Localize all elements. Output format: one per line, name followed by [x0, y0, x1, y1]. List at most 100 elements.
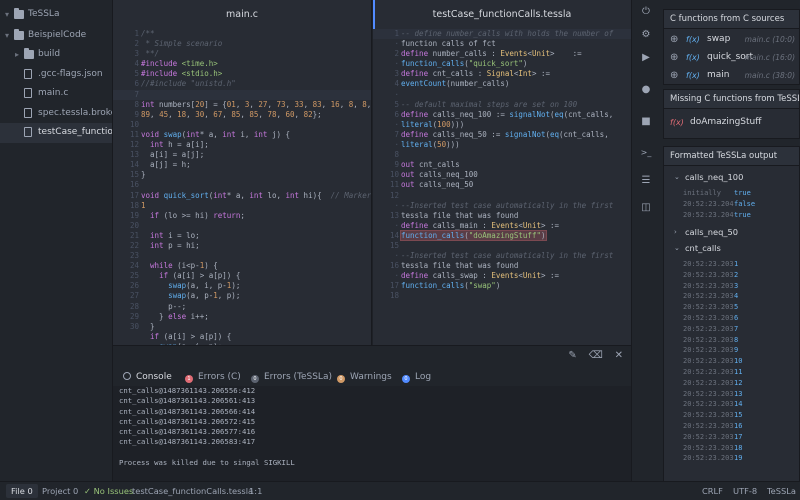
- grammar[interactable]: TeSSLa: [767, 482, 796, 500]
- c-function-item[interactable]: ⊕ f(x) swap main.c (10:0): [664, 32, 799, 47]
- power-icon[interactable]: ⏻: [639, 5, 653, 19]
- output-row: 20:52:23.203 19: [664, 453, 799, 464]
- output-timestamp: 20:52:23.203: [683, 389, 734, 398]
- output-row: 20:52:23.203 11: [664, 367, 799, 378]
- plus-icon[interactable]: ⊕: [670, 32, 678, 47]
- output-row: 20:52:23.203 10: [664, 356, 799, 367]
- output-value: 2: [734, 270, 739, 279]
- line-ending[interactable]: CRLF: [702, 482, 723, 500]
- tree-project-label: BeispielCode: [28, 29, 87, 40]
- code-text[interactable]: /** * Simple scenario **/ #include <time…: [141, 29, 371, 345]
- project-tab[interactable]: Project 0: [42, 482, 78, 500]
- file-tab[interactable]: File 0: [6, 482, 38, 500]
- tab-console[interactable]: Console: [123, 367, 172, 387]
- line-numbers: 1 2 3 4 5 6 7 8 9 10 11 12 13 14 15 16 1…: [129, 29, 139, 331]
- output-timestamp: 20:52:23.203: [683, 411, 734, 420]
- tree-item-main-c[interactable]: main.c: [0, 84, 112, 104]
- output-group[interactable]: ⌄ cnt_calls: [664, 241, 799, 256]
- editor-testcase[interactable]: testCase_functionCalls.tessla 1 · 2 · 3 …: [373, 0, 631, 345]
- cursor-position[interactable]: 1:1: [249, 482, 262, 500]
- plus-icon[interactable]: ⊕: [670, 50, 678, 65]
- tree-item-testcase[interactable]: testCase_functionCalls.tessla: [0, 123, 112, 143]
- c-function-item[interactable]: ⊕ f(x) main main.c (38:0): [664, 68, 799, 83]
- close-icon[interactable]: ✕: [615, 350, 623, 361]
- stop-icon[interactable]: ■: [639, 115, 653, 129]
- console-icon: [123, 372, 131, 380]
- tree-root-label: TeSSLa: [28, 9, 60, 19]
- missing-function-item[interactable]: f(x) doAmazingStuff: [664, 115, 799, 130]
- error-count-badge: 0: [251, 375, 259, 383]
- check-icon: ✓: [84, 486, 91, 496]
- console-tabs: Console 1 Errors (C) 0 Errors (TeSSLa) 0 Wa…: [113, 367, 631, 387]
- function-name: doAmazingStuff: [690, 117, 762, 127]
- tab-main-c[interactable]: main.c: [113, 0, 371, 29]
- encoding[interactable]: UTF-8: [733, 482, 757, 500]
- output-value: false: [734, 199, 756, 208]
- output-row: initially true: [664, 188, 799, 199]
- output-value: 15: [734, 411, 743, 420]
- group-name: cnt_calls: [685, 243, 721, 253]
- tree-item-spec-broken[interactable]: spec.tessla.broken: [0, 104, 112, 124]
- output-timestamp: 20:52:23.203: [683, 281, 734, 290]
- tree-project[interactable]: ▾ BeispielCode: [0, 26, 112, 46]
- chevron-down-icon: ⌄: [674, 173, 680, 181]
- tab-warnings[interactable]: 0 Warnings: [337, 367, 392, 387]
- log-count-badge: 0: [402, 375, 410, 383]
- issues-status[interactable]: ✓ No Issues: [84, 482, 133, 500]
- trash-icon[interactable]: ⌫: [589, 350, 603, 361]
- output-value: true: [734, 210, 751, 219]
- editor-main-c[interactable]: main.c 1 2 3 4 5 6 7 8 9 10 11 12 13 14 …: [113, 0, 372, 345]
- output-value: 4: [734, 292, 739, 301]
- tree-view: ▾ TeSSLa ▾ BeispielCode ▸ build .gcc-fla…: [0, 0, 113, 481]
- output-value: 8: [734, 335, 739, 344]
- output-timestamp: 20:52:23.203: [683, 260, 734, 268]
- record-icon[interactable]: ●: [639, 83, 653, 97]
- output-timestamp: 20:52:23.203: [683, 443, 734, 452]
- tree-item-label: spec.tessla.broken: [38, 107, 112, 118]
- console-output[interactable]: cnt_calls@1487361143.206556:412 cnt_call…: [113, 386, 631, 481]
- output-row: 20:52:23.203 15: [664, 410, 799, 421]
- tab-errors-c[interactable]: 1 Errors (C): [185, 367, 241, 387]
- c-function-item[interactable]: ⊕ f(x) quick_sort main.c (16:0): [664, 50, 799, 65]
- chevron-down-icon: ▾: [4, 10, 9, 19]
- c-functions-card: C functions from C sources ⊕ f(x) swap m…: [663, 9, 800, 85]
- function-name: swap: [707, 34, 731, 44]
- tree-item-gcc-flags[interactable]: .gcc-flags.json: [0, 65, 112, 85]
- output-timestamp: 20:52:23.203: [683, 454, 734, 463]
- output-row: 20:52:23.203 8: [664, 335, 799, 346]
- tab-log[interactable]: 0 Log: [402, 367, 431, 387]
- current-file-path[interactable]: testCase_functionCalls.tessla: [132, 482, 253, 500]
- layout-icon[interactable]: ◫: [639, 201, 653, 215]
- folder-icon: [24, 48, 34, 59]
- code-area[interactable]: 1 2 3 4 5 6 7 8 9 10 11 12 13 14 15 16 1…: [113, 29, 371, 345]
- edit-icon[interactable]: ✎: [568, 350, 576, 361]
- output-value: 17: [734, 432, 743, 441]
- tree-item-label: main.c: [38, 88, 69, 98]
- file-icon: [24, 107, 32, 118]
- code-area[interactable]: 1 · 2 · 3 4 · 5 6 · 7 · 8 9 10 11 12 · 1…: [373, 29, 631, 345]
- code-text[interactable]: -- define number_calls with holds the nu…: [400, 29, 631, 291]
- tab-testcase[interactable]: testCase_functionCalls.tessla: [373, 0, 631, 29]
- output-value: 19: [734, 454, 743, 463]
- list-icon[interactable]: ☰: [639, 174, 653, 188]
- tab-errors-tessla[interactable]: 0 Errors (TeSSLa): [251, 367, 332, 387]
- terminal-icon[interactable]: >_: [639, 146, 653, 160]
- output-value: 3: [734, 281, 739, 290]
- function-icon: f(x): [686, 71, 700, 80]
- console-panel: ✎ ⌫ ✕ Console 1 Errors (C) 0 Errors (TeSSL…: [113, 345, 631, 481]
- plus-icon[interactable]: ⊕: [670, 68, 678, 83]
- output-group[interactable]: › calls_neq_50: [664, 225, 799, 240]
- tree-root[interactable]: ▾ TeSSLa: [0, 5, 112, 25]
- output-row: 20:52:23.203 1: [664, 259, 799, 270]
- output-timestamp: 20:52:23.203: [683, 346, 734, 355]
- output-row: 20:52:23.203 7: [664, 324, 799, 335]
- warning-count-badge: 0: [337, 375, 345, 383]
- tree-item-build[interactable]: ▸ build: [0, 45, 112, 65]
- gear-icon[interactable]: ⚙: [639, 28, 653, 42]
- missing-functions-card: Missing C functions from TeSSLa f(x) doA…: [663, 89, 800, 139]
- file-tab-label: File: [11, 486, 25, 496]
- card-title: Formatted TeSSLa output: [664, 147, 799, 166]
- output-value: 5: [734, 303, 739, 312]
- play-icon[interactable]: ▶: [639, 51, 653, 65]
- output-group[interactable]: ⌄ calls_neq_100: [664, 170, 799, 185]
